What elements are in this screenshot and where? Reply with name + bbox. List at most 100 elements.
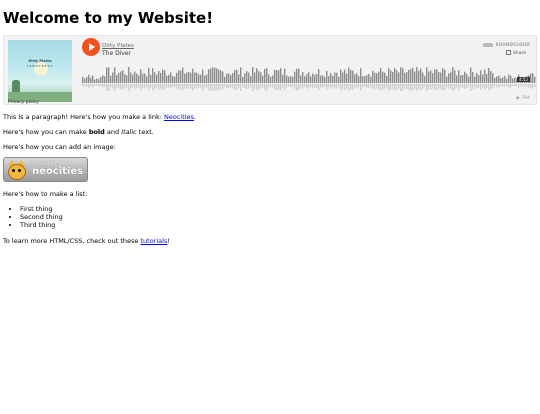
soundcloud-label: SOUNDCLOUD — [495, 42, 530, 47]
waveform-reflection — [448, 84, 450, 89]
waveform-bar — [508, 74, 510, 83]
album-art[interactable]: Dirty Plates TEMPTRESS — [8, 40, 72, 102]
waveform-reflection — [168, 84, 170, 88]
waveform-bar — [506, 78, 508, 83]
waveform-reflection — [384, 84, 386, 89]
waveform-reflection — [250, 84, 252, 88]
waveform-bar — [340, 69, 342, 83]
waveform-reflection — [410, 84, 412, 91]
waveform-bar — [224, 76, 226, 83]
waveform-bar — [388, 68, 390, 83]
waveform-reflection — [152, 84, 154, 91]
play-button[interactable] — [82, 38, 100, 56]
waveform-bar — [128, 67, 130, 83]
artist-link[interactable]: Dirty Plates — [102, 43, 134, 49]
waveform-bar — [248, 72, 250, 83]
waveform-bar — [378, 71, 380, 83]
waveform-bar — [424, 76, 426, 83]
privacy-policy-link[interactable]: Privacy policy — [8, 100, 39, 105]
waveform-bar — [86, 76, 88, 83]
waveform-bar — [170, 72, 172, 83]
waveform-reflection — [198, 84, 200, 88]
waveform-bar — [354, 74, 356, 83]
waveform-reflection — [414, 84, 416, 90]
waveform-bar — [480, 70, 482, 83]
waveform-bar — [416, 67, 418, 83]
waveform-reflection — [256, 84, 258, 91]
waveform-reflection — [106, 84, 108, 91]
waveform-bar — [264, 69, 266, 83]
waveform-bar — [482, 74, 484, 83]
waveform-reflection — [312, 84, 314, 89]
waveform-bar — [254, 72, 256, 83]
waveform-reflection — [296, 84, 298, 91]
waveform-reflection — [342, 84, 344, 89]
waveform-reflection — [282, 84, 284, 88]
waveform-bar — [140, 69, 142, 83]
waveform-bar — [260, 72, 262, 83]
waveform-bar — [394, 67, 396, 83]
page: Welcome to my Website! Dirty Plates TEMP… — [0, 9, 540, 245]
waveform-bar — [304, 76, 306, 83]
waveform-reflection — [390, 84, 392, 90]
waveform-reflection — [258, 84, 260, 90]
waveform-bar — [294, 71, 296, 83]
waveform-bar — [462, 74, 464, 83]
waveform-reflection — [430, 84, 432, 90]
waveform-reflection — [432, 84, 434, 89]
waveform-bar — [208, 69, 210, 83]
waveform-bar — [372, 70, 374, 83]
waveform-reflection — [388, 84, 390, 91]
waveform-bar — [456, 75, 458, 83]
tutorials-link[interactable]: tutorials — [140, 237, 167, 245]
waveform-bar — [102, 75, 104, 83]
waveform-bar — [148, 67, 150, 83]
waveform-bar — [100, 77, 102, 83]
waveform-reflection — [96, 84, 98, 86]
waveform-reflection — [364, 84, 366, 88]
waveform-bar — [310, 76, 312, 83]
waveform-bar — [498, 75, 500, 83]
waveform[interactable] — [82, 65, 536, 94]
waveform-bar — [90, 77, 92, 83]
waveform-reflection — [98, 84, 100, 86]
soundcloud-logo[interactable]: SOUNDCLOUD — [483, 42, 530, 47]
neocities-badge[interactable]: hosted by neocities — [3, 157, 88, 182]
waveform-bar — [344, 69, 346, 83]
paragraph-formatting: Here's how you can make bold and italic … — [3, 128, 537, 136]
waveform-reflection — [436, 84, 438, 91]
waveform-reflection — [470, 84, 472, 92]
waveform-bar — [198, 74, 200, 83]
waveform-reflection — [522, 84, 524, 87]
waveform-reflection — [308, 84, 310, 89]
waveform-bar — [158, 70, 160, 83]
cat-eye — [12, 169, 15, 172]
track-title[interactable]: The Diver — [102, 50, 131, 57]
waveform-bar — [220, 70, 222, 83]
waveform-bar — [192, 68, 194, 83]
waveform-reflection — [122, 84, 124, 90]
waveform-bar — [300, 75, 302, 83]
waveform-bar — [452, 67, 454, 83]
waveform-bar — [244, 73, 246, 83]
waveform-reflection — [434, 84, 436, 91]
waveform-reflection — [402, 84, 404, 91]
waveform-reflection — [362, 84, 364, 88]
waveform-reflection — [394, 84, 396, 91]
waveform-reflection — [90, 84, 92, 87]
waveform-bar — [288, 76, 290, 83]
waveform-bar — [440, 72, 442, 83]
waveform-reflection — [208, 84, 210, 91]
waveform-reflection — [120, 84, 122, 90]
share-button[interactable]: Share — [506, 50, 526, 56]
waveform-reflection — [472, 84, 474, 90]
waveform-bar — [228, 73, 230, 83]
waveform-bar — [494, 77, 496, 83]
neocities-link[interactable]: Neocities — [164, 113, 194, 121]
waveform-reflection — [498, 84, 500, 88]
waveform-bar — [426, 67, 428, 83]
waveform-bar — [278, 70, 280, 83]
waveform-reflection — [330, 84, 332, 89]
waveform-reflection — [252, 84, 254, 92]
waveform-reflection — [512, 84, 514, 87]
